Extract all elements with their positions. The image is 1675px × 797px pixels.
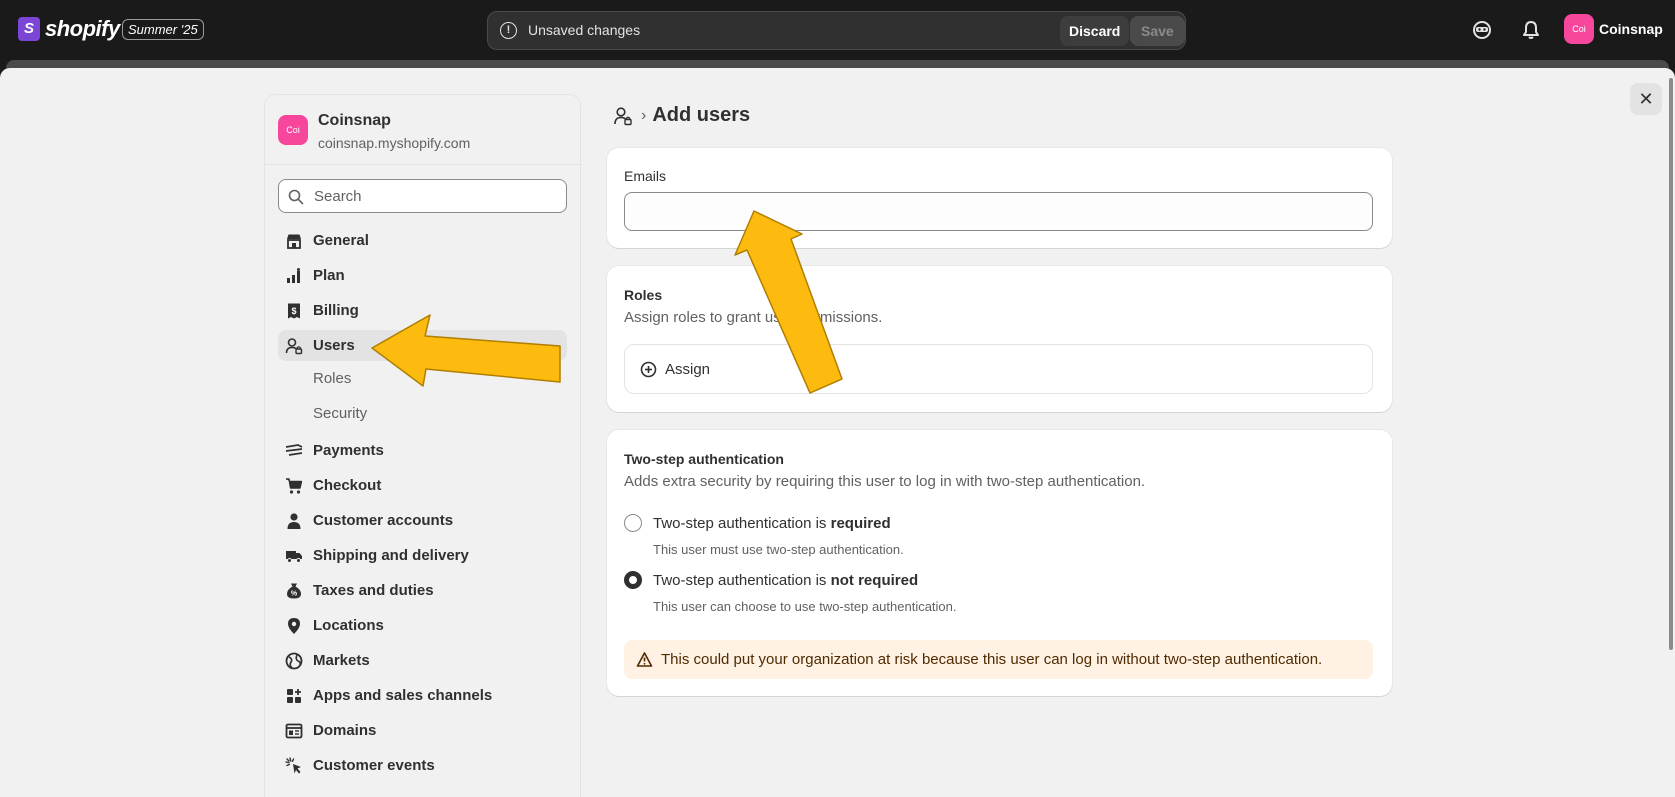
emails-card: Emails	[607, 148, 1392, 248]
sidebar-item-apps[interactable]: Apps and sales channels	[278, 680, 567, 711]
radio-required-help: This user must use two-step authenticati…	[653, 542, 904, 557]
sidebar-item-label: Shipping and delivery	[313, 547, 469, 564]
sidebar-item-customer-events[interactable]: Customer events	[278, 750, 567, 781]
shopify-logo[interactable]: shopify	[18, 16, 120, 42]
warning-icon	[636, 652, 653, 667]
sidebar-item-label: Apps and sales channels	[313, 687, 493, 704]
two-step-title: Two-step authentication	[624, 451, 784, 467]
avatar: Coi	[1564, 14, 1594, 44]
scrollbar[interactable]	[1669, 78, 1673, 650]
close-icon: ✕	[1638, 89, 1654, 109]
sidebar-item-plan[interactable]: Plan	[278, 260, 567, 291]
billing-icon: $	[288, 303, 300, 319]
search-placeholder: Search	[314, 188, 362, 205]
sidebar-item-label: Plan	[313, 267, 345, 284]
plus-circle-icon	[640, 361, 657, 378]
radio-required-label[interactable]: Two-step authentication is required	[653, 515, 891, 532]
user-name: Coinsnap	[1599, 21, 1663, 37]
cart-icon	[286, 478, 303, 494]
sidebar-item-customer-accounts[interactable]: Customer accounts	[278, 505, 567, 536]
apps-icon	[287, 689, 301, 703]
settings-modal: ✕ Coi Coinsnap coinsnap.myshopify.com Se…	[0, 68, 1675, 797]
sidekick-icon[interactable]	[1471, 19, 1493, 41]
cursor-icon	[285, 757, 301, 774]
truck-icon	[286, 551, 302, 563]
svg-text:%: %	[291, 591, 298, 598]
discard-button[interactable]: Discard	[1060, 16, 1130, 46]
location-icon	[288, 618, 300, 634]
two-step-card: Two-step authentication Adds extra secur…	[607, 430, 1392, 696]
sidebar-item-label: Billing	[313, 302, 359, 319]
person-icon	[287, 513, 301, 529]
assign-label: Assign	[665, 361, 711, 378]
sidebar-item-shipping[interactable]: Shipping and delivery	[278, 540, 567, 571]
store-icon	[287, 234, 301, 249]
svg-text:$: $	[291, 306, 296, 316]
store-avatar: Coi	[278, 115, 308, 145]
search-icon	[288, 189, 304, 205]
radio-not-required[interactable]	[624, 571, 642, 589]
user-menu[interactable]: Coi Coinsnap	[1564, 14, 1663, 44]
sidebar-item-markets[interactable]: Markets	[278, 645, 567, 676]
store-header[interactable]: Coi Coinsnap coinsnap.myshopify.com	[265, 95, 580, 165]
sidebar-item-label: Customer events	[313, 757, 435, 774]
brand-name: shopify	[45, 16, 120, 41]
sidebar-item-label: Users	[313, 337, 355, 354]
users-icon[interactable]	[613, 106, 633, 126]
unsaved-changes-bar: ! Unsaved changes Discard Save	[487, 11, 1186, 50]
domains-icon	[285, 723, 303, 739]
emails-field[interactable]	[624, 192, 1373, 231]
search-input[interactable]: Search	[278, 179, 567, 213]
sidebar-item-label: Locations	[313, 617, 384, 634]
sidebar-item-label: Payments	[313, 442, 384, 459]
roles-card: Roles Assign roles to grant user permiss…	[607, 266, 1392, 412]
store-name: Coinsnap	[318, 112, 391, 129]
page-title: Add users	[652, 104, 751, 126]
assign-button[interactable]: Assign	[624, 344, 1373, 394]
sidebar-item-label: Markets	[313, 652, 370, 669]
warning-banner: This could put your organization at risk…	[624, 640, 1373, 679]
top-bar: shopify Summer '25 ! Unsaved changes Dis…	[0, 0, 1675, 60]
radio-required[interactable]	[624, 514, 642, 532]
radio-not-required-help: This user can choose to use two-step aut…	[653, 599, 957, 614]
plan-icon	[287, 268, 300, 283]
bell-icon[interactable]	[1520, 19, 1542, 41]
sidebar-item-general[interactable]: General	[278, 225, 567, 256]
sidebar-item-taxes[interactable]: % Taxes and duties	[278, 575, 567, 606]
roles-description: Assign roles to grant user permissions.	[624, 309, 883, 326]
edition-badge[interactable]: Summer '25	[122, 19, 204, 40]
sidebar-item-label: Customer accounts	[313, 512, 454, 529]
sidebar-item-locations[interactable]: Locations	[278, 610, 567, 641]
sidebar-item-label: General	[313, 232, 369, 249]
payments-icon	[285, 444, 303, 456]
sidebar-item-checkout[interactable]: Checkout	[278, 470, 567, 501]
tax-icon: %	[287, 583, 301, 599]
alert-icon: !	[500, 22, 517, 39]
sidebar-item-billing[interactable]: $ Billing	[278, 295, 567, 326]
close-button[interactable]: ✕	[1630, 83, 1662, 115]
sidebar-item-label: Domains	[313, 722, 377, 739]
emails-label: Emails	[624, 168, 667, 184]
settings-sidebar: Coi Coinsnap coinsnap.myshopify.com Sear…	[264, 94, 581, 797]
globe-icon	[285, 652, 303, 670]
unsaved-changes-text: Unsaved changes	[528, 22, 641, 38]
sidebar-item-payments[interactable]: Payments	[278, 435, 567, 466]
sidebar-item-users[interactable]: Users	[278, 330, 567, 361]
save-button[interactable]: Save	[1130, 16, 1185, 46]
chevron-right-icon: ›	[641, 106, 647, 124]
radio-not-required-label[interactable]: Two-step authentication is not required	[653, 572, 918, 589]
sidebar-item-domains[interactable]: Domains	[278, 715, 567, 746]
users-icon	[285, 338, 303, 355]
roles-title: Roles	[624, 287, 663, 303]
two-step-description: Adds extra security by requiring this us…	[624, 473, 1146, 490]
sidebar-subitem-security[interactable]: Security	[313, 405, 367, 422]
shopify-bag-icon	[18, 17, 40, 41]
breadcrumb: › Add users	[613, 104, 750, 127]
warning-text: This could put your organization at risk…	[661, 651, 1323, 668]
store-domain: coinsnap.myshopify.com	[318, 135, 471, 151]
sidebar-item-label: Taxes and duties	[313, 582, 434, 599]
sidebar-item-label: Checkout	[313, 477, 382, 494]
sidebar-subitem-roles[interactable]: Roles	[313, 370, 351, 387]
